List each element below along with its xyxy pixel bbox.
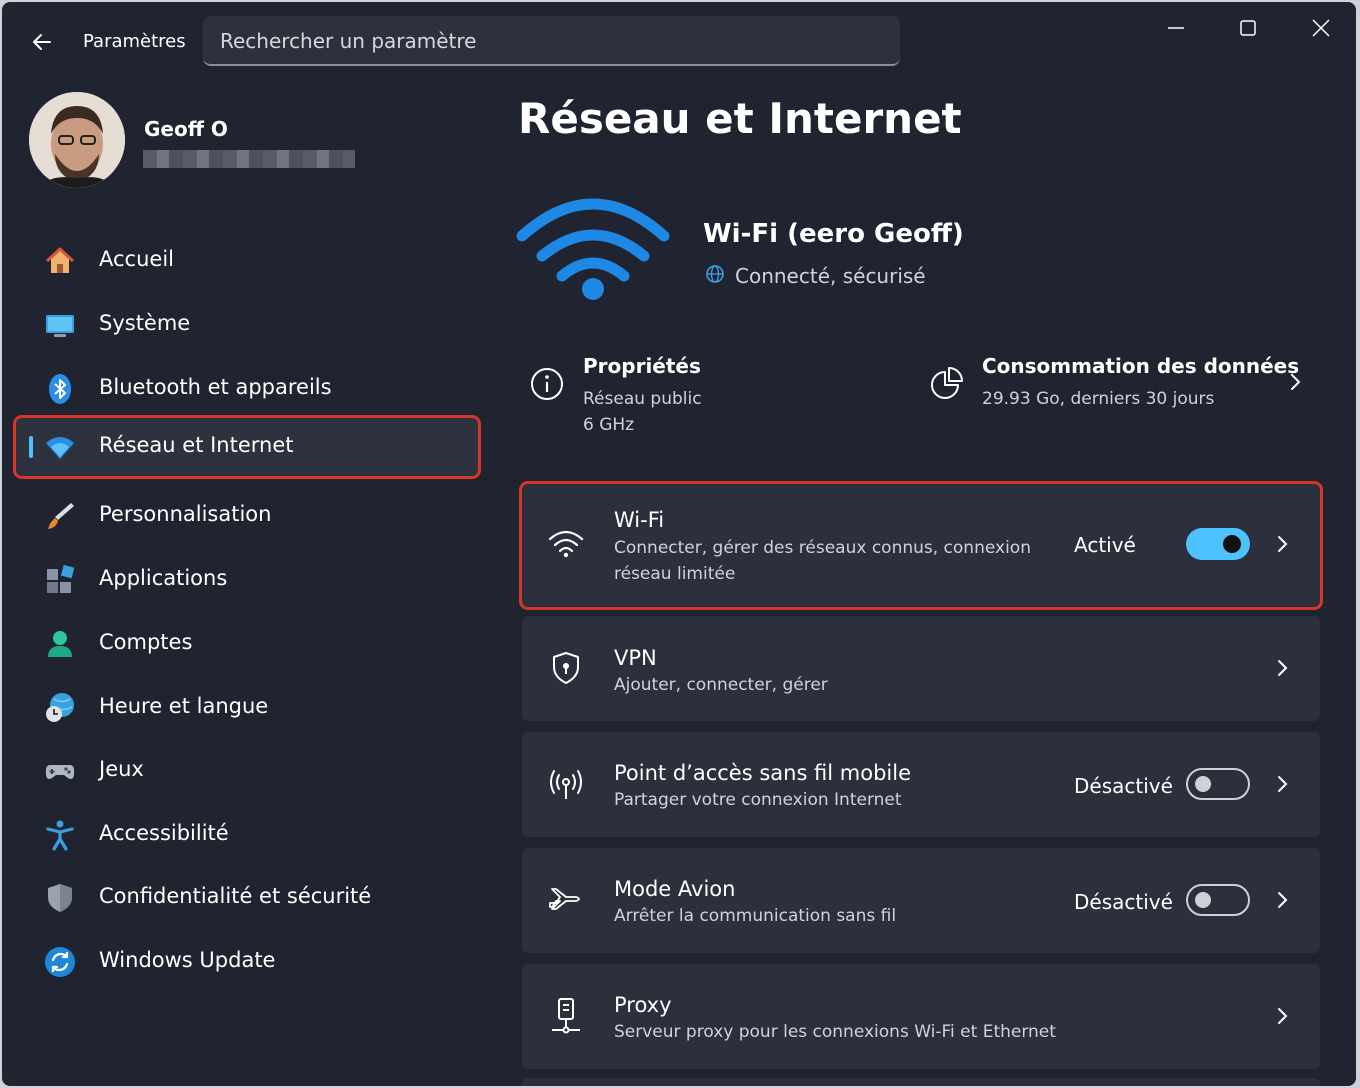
user-email-redacted [143,150,355,168]
sidebar-item-personnalisation[interactable]: Personnalisation [16,487,478,545]
sidebar-item-label: Bluetooth et appareils [99,375,332,399]
properties-title: Propriétés [583,354,701,378]
sidebar-item-label: Accueil [99,247,174,271]
sidebar-item-accessibilite[interactable]: Accessibilité [16,806,478,864]
monitor-icon [46,315,74,337]
sidebar-item-label: Windows Update [99,948,276,972]
vpn-card[interactable]: VPN Ajouter, connecter, gérer [522,616,1320,721]
shield-lock-icon [553,652,579,684]
selection-indicator [29,436,33,458]
chevron-right-icon [1278,660,1288,676]
hotspot-toggle[interactable] [1186,768,1250,800]
card-title: VPN [614,646,657,670]
shield-icon [48,884,72,912]
sidebar-item-label: Applications [99,566,228,590]
pie-chart-icon [931,367,963,399]
card-subtitle: Partager votre connexion Internet [614,790,902,810]
card-subtitle: Connecter, gérer des réseaux connus, con… [614,538,1031,584]
sidebar-item-comptes[interactable]: Comptes [16,615,478,673]
maximize-icon[interactable] [1228,12,1268,44]
sidebar-item-jeux[interactable]: Jeux [16,742,478,800]
bluetooth-icon [49,374,71,404]
connection-name: Wi-Fi (eero Geoff) [703,219,964,249]
card-subtitle: Arrêter la communication sans fil [614,906,897,926]
card-title: Point d’accès sans fil mobile [614,761,912,785]
wifi-card[interactable]: Wi-Fi Connecter, gérer des réseaux connu… [519,481,1323,610]
connection-status: Connecté, sécurisé [735,264,926,288]
sidebar-item-label: Accessibilité [99,821,229,845]
data-usage-subtitle: 29.93 Go, derniers 30 jours [982,389,1215,409]
sidebar-item-reseau[interactable]: Réseau et Internet [13,415,481,479]
airplane-icon [549,888,580,910]
card-title: Proxy [614,993,672,1017]
back-arrow-icon[interactable] [26,26,58,58]
wifi-toggle[interactable] [1186,528,1250,560]
page-title: Réseau et Internet [518,94,962,143]
chevron-right-icon [1278,536,1288,552]
sidebar-item-label: Personnalisation [99,502,272,526]
sidebar-item-label: Réseau et Internet [99,433,294,457]
sidebar-item-heure-langue[interactable]: Heure et langue [16,679,478,737]
update-icon [45,947,75,977]
airplane-mode-state: Désactivé [1074,890,1173,914]
sidebar-item-bluetooth[interactable]: Bluetooth et appareils [16,360,478,418]
wifi-status-icon [516,198,670,300]
sidebar-item-label: Comptes [99,630,193,654]
card-subtitle: Serveur proxy pour les connexions Wi-Fi … [614,1022,1056,1042]
airplane-mode-toggle[interactable] [1186,884,1250,916]
close-icon[interactable] [1301,12,1341,44]
toggle-knob [1195,776,1211,792]
chevron-right-icon [1291,374,1301,390]
properties-band: 6 GHz [583,415,635,435]
search-input[interactable]: Rechercher un paramètre [203,16,900,66]
avatar[interactable] [29,92,125,188]
home-icon [45,247,75,273]
sidebar-item-systeme[interactable]: Système [16,296,478,354]
sidebar-item-label: Confidentialité et sécurité [99,884,372,908]
properties-network-type: Réseau public [583,389,702,409]
card-subtitle: Ajouter, connecter, gérer [614,675,828,695]
airplane-mode-card[interactable]: Mode Avion Arrêter la communication sans… [522,848,1320,953]
next-card-partial[interactable] [522,1078,1320,1086]
brush-icon [48,503,74,529]
sidebar-item-label: Système [99,311,191,335]
gamepad-icon [45,765,75,779]
accessibility-icon [46,820,74,851]
wifi-icon [46,437,74,459]
globe-icon [706,265,724,283]
card-title: Mode Avion [614,877,736,901]
sidebar-item-windows-update[interactable]: Windows Update [16,933,478,991]
chevron-right-icon [1278,892,1288,908]
wifi-icon [548,530,584,558]
hotspot-state: Désactivé [1074,774,1173,798]
avatar-image [29,92,125,188]
person-icon [48,631,72,657]
sidebar-item-confidentialite[interactable]: Confidentialité et sécurité [16,869,478,927]
data-usage-title: Consommation des données [982,354,1300,378]
hotspot-card[interactable]: Point d’accès sans fil mobile Partager v… [522,732,1320,837]
sidebar-item-accueil[interactable]: Accueil [16,232,478,290]
toggle-knob [1223,535,1241,553]
toggle-knob [1195,892,1211,908]
proxy-card[interactable]: Proxy Serveur proxy pour les connexions … [522,964,1320,1069]
info-icon [531,368,563,400]
minimize-icon[interactable] [1156,12,1196,44]
app-title: Paramètres [83,31,186,52]
chevron-right-icon [1278,776,1288,792]
sidebar-item-label: Jeux [99,757,144,781]
settings-window: Paramètres Rechercher un paramètre Geoff… [2,2,1356,1086]
card-title: Wi-Fi [614,508,665,532]
wifi-state: Activé [1074,533,1136,557]
sidebar-item-applications[interactable]: Applications [16,551,478,609]
sidebar-item-label: Heure et langue [99,694,269,718]
chevron-right-icon [1278,1008,1288,1024]
search-placeholder: Rechercher un paramètre [220,29,477,53]
hotspot-icon [550,770,582,799]
proxy-icon [552,998,580,1034]
user-name: Geoff O [144,117,228,141]
globe-clock-icon [46,693,74,722]
apps-icon [47,564,75,593]
